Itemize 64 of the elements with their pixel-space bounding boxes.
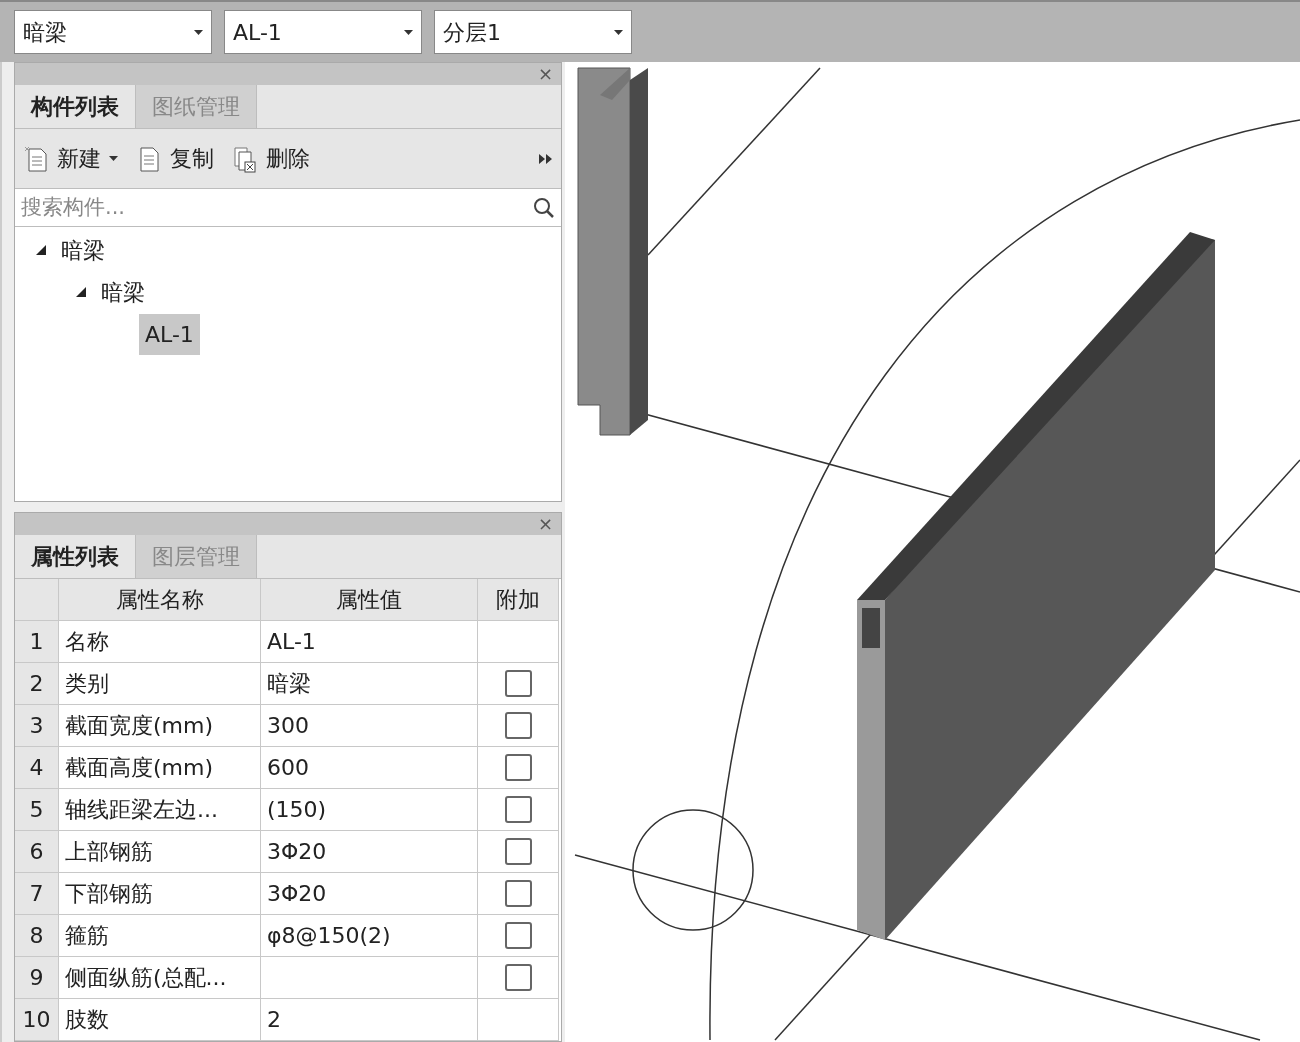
toolbar-button[interactable]: 复制 <box>136 142 214 175</box>
row-number: 10 <box>15 999 59 1041</box>
expand-triangle-icon[interactable] <box>75 286 87 298</box>
table-cell: 3Φ20 <box>261 831 478 873</box>
table-cell: 箍筋 <box>59 915 261 957</box>
more-arrows-icon[interactable] <box>539 153 553 164</box>
new-document-icon <box>23 144 49 173</box>
table-cell: 侧面纵筋(总配... <box>59 957 261 999</box>
row-number: 9 <box>15 957 59 999</box>
tree-item[interactable]: 暗梁 <box>59 233 107 267</box>
button-label: 复制 <box>170 145 214 173</box>
table-cell: 600 <box>261 747 478 789</box>
checkbox[interactable] <box>504 922 532 949</box>
delete-document-icon <box>232 144 258 173</box>
caret-icon <box>614 29 623 35</box>
table-cell: 截面宽度(mm) <box>59 705 261 747</box>
close-button[interactable]: × <box>537 515 553 533</box>
table-cell: (150) <box>261 789 478 831</box>
table-cell: 暗梁 <box>261 663 478 705</box>
dropdown[interactable]: 分层1 <box>434 10 632 54</box>
checkbox[interactable] <box>504 838 532 865</box>
checkbox[interactable] <box>504 754 532 781</box>
row-number: 6 <box>15 831 59 873</box>
row-number: 4 <box>15 747 59 789</box>
table-cell: 下部钢筋 <box>59 873 261 915</box>
table-cell: 轴线距梁左边... <box>59 789 261 831</box>
checkbox[interactable] <box>504 712 532 739</box>
table-cell: 2 <box>261 999 478 1041</box>
close-button[interactable]: × <box>537 65 553 83</box>
table-cell: 类别 <box>59 663 261 705</box>
toolbar-button[interactable]: 删除 <box>232 142 310 175</box>
button-label: 删除 <box>266 145 310 173</box>
expand-triangle-icon[interactable] <box>35 244 47 256</box>
checkbox[interactable] <box>504 964 532 991</box>
row-number: 3 <box>15 705 59 747</box>
column-header: 属性值 <box>261 579 478 621</box>
column-header: 属性名称 <box>59 579 261 621</box>
tree-item[interactable]: 暗梁 <box>99 275 147 309</box>
table-cell: φ8@150(2) <box>261 915 478 957</box>
checkbox[interactable] <box>504 796 532 823</box>
dropdown[interactable]: 暗梁 <box>14 10 212 54</box>
toolbar-button[interactable]: 新建 <box>23 142 118 175</box>
table-cell: AL-1 <box>261 621 478 663</box>
checkbox[interactable] <box>504 670 532 697</box>
table-cell: 肢数 <box>59 999 261 1041</box>
row-number: 1 <box>15 621 59 663</box>
table-cell: 3Φ20 <box>261 873 478 915</box>
table-cell: 300 <box>261 705 478 747</box>
row-number: 2 <box>15 663 59 705</box>
caret-icon <box>194 29 203 35</box>
button-label: 新建 <box>57 145 101 173</box>
dropdown[interactable]: AL-1 <box>224 10 422 54</box>
table-cell: 名称 <box>59 621 261 663</box>
table-cell: 上部钢筋 <box>59 831 261 873</box>
row-number: 5 <box>15 789 59 831</box>
row-number: 8 <box>15 915 59 957</box>
row-number: 7 <box>15 873 59 915</box>
table-cell: 截面高度(mm) <box>59 747 261 789</box>
caret-icon <box>404 29 413 35</box>
search-icon <box>533 196 555 219</box>
tree-item[interactable]: AL-1 <box>139 313 200 355</box>
search-field[interactable]: 搜索构件... <box>21 191 533 224</box>
checkbox[interactable] <box>504 880 532 907</box>
column-header: 附加 <box>478 579 559 621</box>
